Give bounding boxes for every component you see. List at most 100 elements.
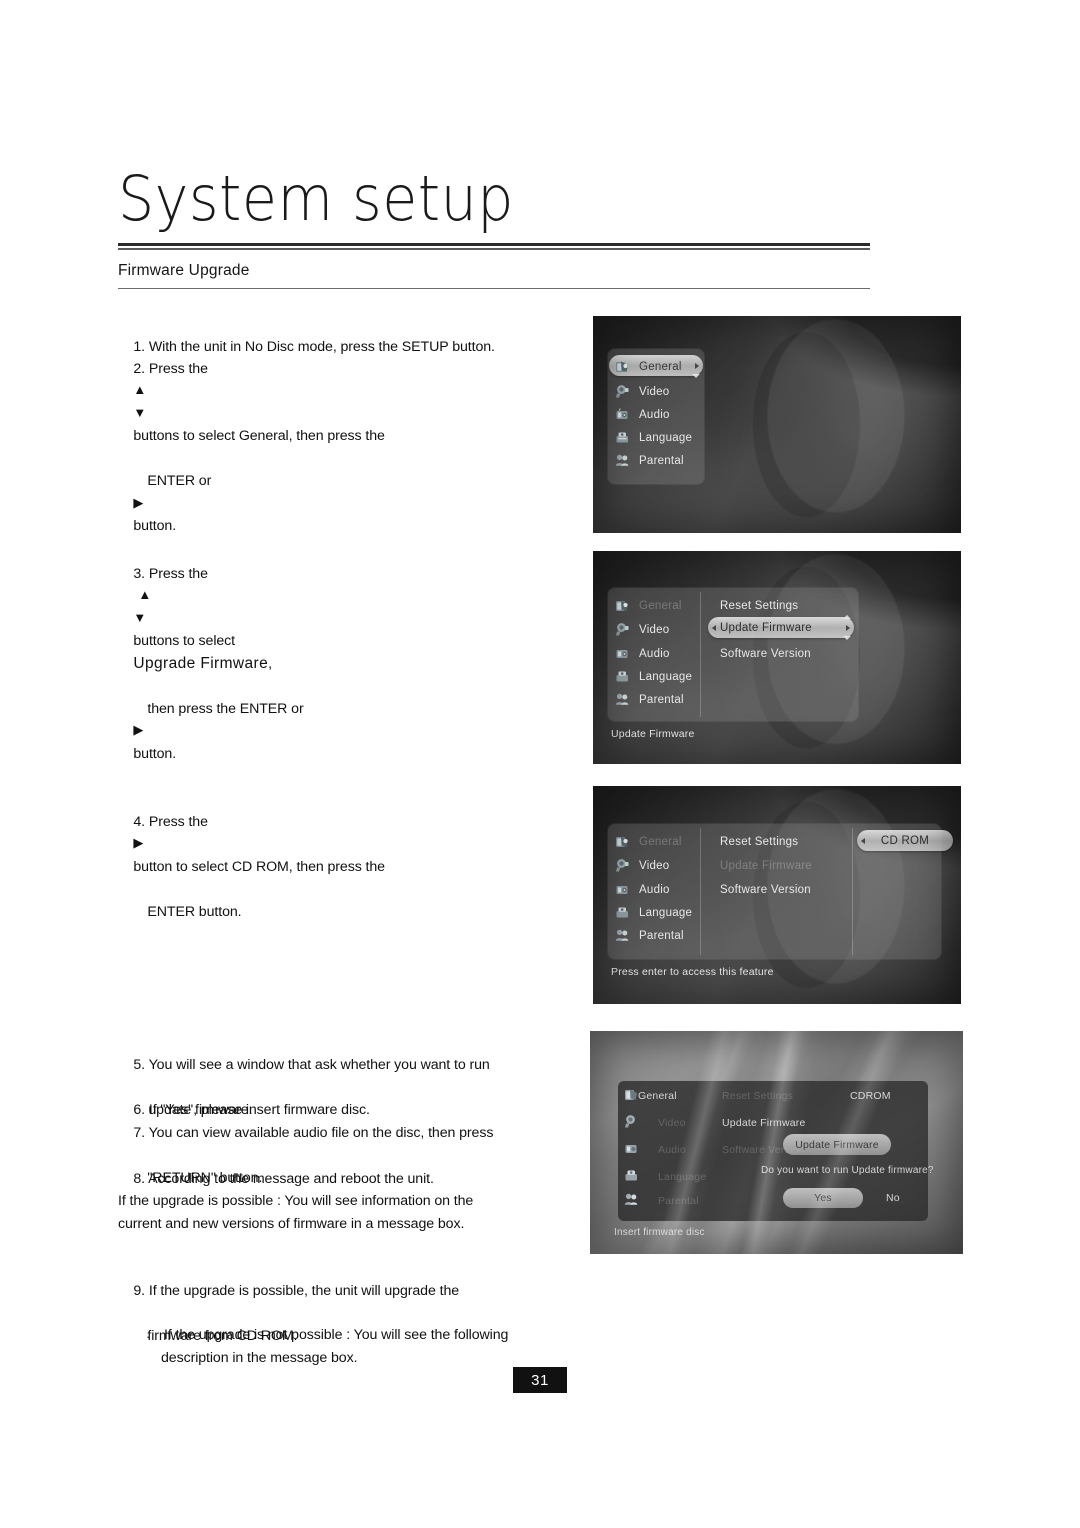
video-icon	[615, 622, 632, 637]
submenu-item-reset-settings[interactable]: Reset Settings	[720, 594, 798, 617]
no-button[interactable]: No	[886, 1192, 900, 1204]
title-divider-thick	[118, 243, 870, 246]
source-option-cdrom-label: CDROM	[850, 1090, 891, 1102]
up-triangle-icon: ▲	[133, 382, 147, 397]
submenu-item-software-version[interactable]: Software Version	[720, 878, 811, 901]
menu-item-video-label: Video	[639, 623, 670, 636]
yes-button[interactable]: Yes	[783, 1188, 863, 1208]
video-icon	[624, 1114, 641, 1134]
osd-status-text: Press enter to access this feature	[611, 966, 774, 978]
menu-item-parental-label: Parental	[639, 693, 684, 706]
audio-icon	[615, 407, 632, 422]
menu-item-parental[interactable]: Parental	[615, 688, 684, 711]
step-4: 4. Press the ▶ button to select CD ROM, …	[133, 813, 385, 920]
section-subtitle: Firmware Upgrade	[118, 262, 250, 279]
menu-item-parental[interactable]: Parental	[615, 924, 684, 947]
parental-icon	[615, 453, 632, 468]
right-triangle-icon: ▶	[133, 835, 144, 850]
down-triangle-icon: ▼	[133, 609, 147, 625]
page-title: System setup	[118, 162, 514, 235]
parental-icon	[624, 1192, 641, 1212]
dialog-title-button[interactable]: Update Firmware	[783, 1134, 891, 1155]
osd-main-menu-panel: General Video Audio Language Parental	[608, 349, 704, 484]
osd-menu-panel: General CDROM Update Firmware Reset Sett…	[618, 1081, 933, 1221]
menu-item-parental-label: Parental	[639, 929, 684, 942]
source-highlight-cdrom[interactable]: CD ROM	[857, 830, 953, 851]
right-triangle-icon: ▶	[133, 722, 144, 737]
upgrade-possible-note: If the upgrade is possible : You will se…	[118, 1193, 474, 1232]
language-icon	[615, 905, 632, 920]
upgrade-not-possible-note: · If the upgrade is not possible : You w…	[146, 1327, 509, 1366]
menu-item-language[interactable]: Language	[615, 426, 692, 449]
language-icon	[624, 1168, 641, 1188]
menu-item-language-label: Language	[639, 431, 693, 444]
osd-menu-panel: General Video Audio Language Parental Re…	[608, 588, 858, 721]
audio-icon	[624, 1141, 641, 1161]
video-icon	[615, 858, 632, 873]
menu-item-parental[interactable]: Parental	[615, 449, 684, 472]
menu-item-video[interactable]: Video	[615, 854, 669, 877]
menu-item-video-label: Video	[658, 1117, 686, 1129]
menu-item-audio-label: Audio	[639, 408, 670, 421]
menu-item-video[interactable]: Video	[615, 618, 669, 641]
menu-item-audio[interactable]: Audio	[615, 878, 670, 901]
screenshot-update-firmware-dialog: General CDROM Update Firmware Reset Sett…	[590, 1031, 963, 1254]
submenu-item-update-firmware-label: Update Firmware	[720, 621, 812, 634]
parental-icon	[615, 928, 632, 943]
menu-item-general[interactable]: General	[615, 830, 682, 853]
general-icon	[624, 1087, 641, 1107]
osd-status-text: Update Firmware	[611, 728, 695, 740]
menu-item-language-label: Language	[658, 1171, 707, 1183]
audio-icon	[615, 646, 632, 661]
menu-item-language[interactable]: Language	[615, 901, 692, 924]
menu-item-general[interactable]: General	[615, 594, 682, 617]
osd-menu-panel: General Video Audio Language Parental Re…	[608, 824, 953, 959]
right-arrow-icon	[695, 362, 699, 369]
language-icon	[615, 669, 632, 684]
video-icon	[615, 384, 632, 399]
parental-icon	[615, 692, 632, 707]
down-triangle-icon: ▼	[133, 404, 147, 420]
menu-item-general-label: General	[639, 599, 682, 612]
screenshot-cdrom-selection: General Video Audio Language Parental Re…	[593, 786, 961, 1004]
title-divider-thin	[118, 248, 870, 250]
right-triangle-icon: ▶	[133, 494, 144, 510]
general-icon	[615, 359, 632, 374]
screenshot-update-firmware-menu: General Video Audio Language Parental Re…	[593, 551, 961, 764]
bullet-icon: ·	[146, 1329, 151, 1344]
source-option-cdrom-label: CD ROM	[880, 834, 930, 847]
submenu-item-update-firmware[interactable]: Update Firmware	[720, 854, 812, 877]
submenu-item-software-version[interactable]: Software Version	[720, 642, 811, 665]
menu-item-audio[interactable]: Audio	[615, 403, 670, 426]
menu-item-general-label: General	[639, 835, 682, 848]
step-3: 3. Press the ▲ ▼ buttons to select Upgra…	[133, 565, 304, 762]
title-divider	[118, 243, 870, 250]
menu-item-language-label: Language	[639, 670, 693, 683]
menu-item-language-label: Language	[639, 906, 693, 919]
submenu-highlight-update-firmware[interactable]: Update Firmware	[708, 615, 854, 640]
language-icon	[615, 430, 632, 445]
menu-item-audio[interactable]: Audio	[615, 642, 670, 665]
menu-item-audio-label: Audio	[639, 647, 670, 660]
page-number: 31	[513, 1367, 567, 1393]
chevron-down-icon	[692, 374, 700, 378]
menu-item-parental-label: Parental	[658, 1195, 699, 1207]
audio-icon	[615, 882, 632, 897]
submenu-item-reset-settings-label: Reset Settings	[722, 1090, 794, 1102]
section-divider	[118, 288, 870, 290]
general-icon	[615, 598, 632, 613]
general-icon	[615, 834, 632, 849]
screenshot-general-menu: General Video Audio Language Parental	[593, 316, 961, 533]
menu-item-parental-label: Parental	[639, 454, 684, 467]
menu-item-general[interactable]: General	[615, 355, 682, 378]
menu-item-language[interactable]: Language	[615, 665, 692, 688]
dialog-question-text: Do you want to run Update firmware?	[761, 1165, 934, 1176]
menu-item-general-label: General	[639, 360, 682, 373]
step-2: 2. Press the ▲ ▼ buttons to select Gener…	[133, 360, 385, 535]
menu-item-video-label: Video	[639, 859, 670, 872]
submenu-item-update-firmware-label: Update Firmware	[722, 1117, 806, 1129]
menu-item-video[interactable]: Video	[615, 380, 669, 403]
menu-item-audio-label: Audio	[639, 883, 670, 896]
menu-item-video-label: Video	[639, 385, 670, 398]
submenu-item-reset-settings[interactable]: Reset Settings	[720, 830, 798, 853]
